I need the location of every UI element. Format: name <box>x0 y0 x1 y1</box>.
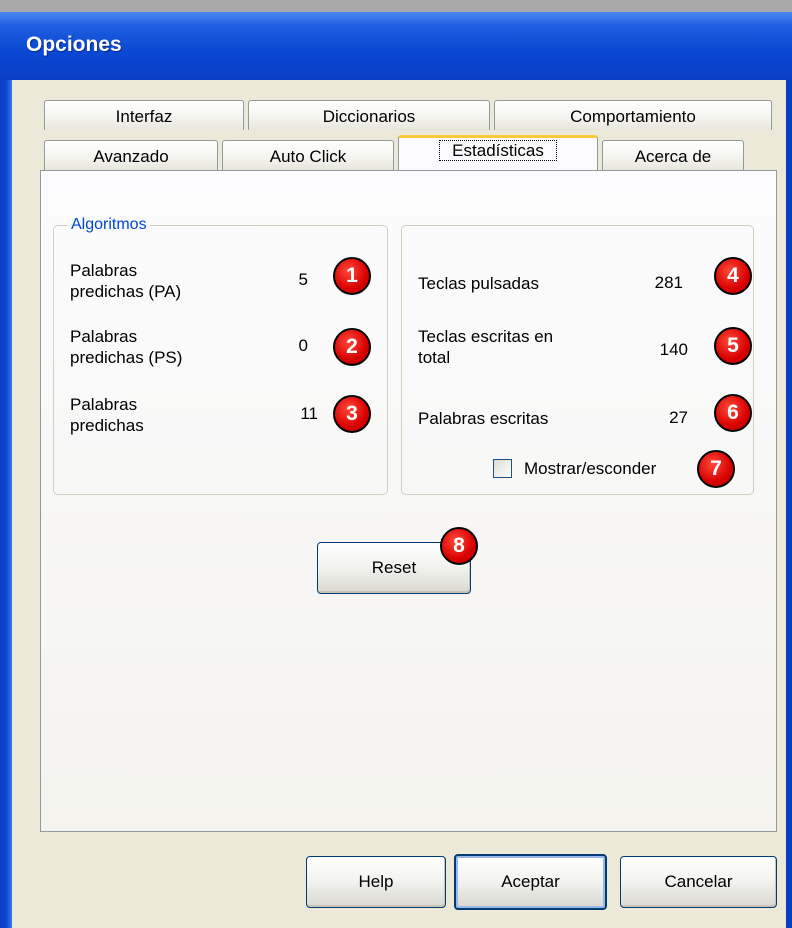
stat-value-teclas-pulsadas: 281 <box>654 273 683 292</box>
algoritmos-legend: Algoritmos <box>68 216 150 234</box>
callout-badge-5: 5 <box>714 327 752 365</box>
help-button[interactable]: Help <box>306 856 446 908</box>
title-bar[interactable]: Opciones <box>0 12 792 80</box>
callout-badge-2: 2 <box>333 328 371 366</box>
aceptar-button[interactable]: Aceptar <box>454 854 607 910</box>
mostrar-esconder-label[interactable]: Mostrar/esconder <box>524 458 656 479</box>
algoritmo-label-ps: Palabras predichas (PS) <box>70 327 183 367</box>
tab-estadisticas[interactable]: Estadísticas <box>398 135 598 170</box>
tab-comportamiento[interactable]: Comportamiento <box>494 100 772 130</box>
tab-auto-click[interactable]: Auto Click <box>222 140 394 170</box>
algoritmo-value-ps: 0 <box>298 336 308 355</box>
stat-label-teclas-pulsadas: Teclas pulsadas <box>418 274 539 293</box>
tab-diccionarios[interactable]: Diccionarios <box>248 100 490 130</box>
algoritmo-label-total: Palabras predichas <box>70 395 144 435</box>
stat-label-teclas-escritas: Teclas escritas en total <box>418 327 554 367</box>
tab-estadisticas-label: Estadísticas <box>439 140 557 161</box>
tab-interfaz[interactable]: Interfaz <box>44 100 244 130</box>
stat-value-teclas-escritas: 140 <box>659 340 688 359</box>
mostrar-esconder-checkbox[interactable] <box>493 459 512 478</box>
cancelar-button[interactable]: Cancelar <box>620 856 777 908</box>
callout-badge-3: 3 <box>333 395 371 433</box>
window-frame-right <box>786 80 792 928</box>
window-frame-left <box>0 80 12 928</box>
callout-badge-8: 8 <box>440 527 478 565</box>
stat-value-palabras-escritas: 27 <box>669 408 688 427</box>
stat-label-palabras-escritas: Palabras escritas <box>418 409 549 428</box>
algoritmo-label-pa: Palabras predichas (PA) <box>70 261 182 301</box>
tab-avanzado[interactable]: Avanzado <box>44 140 218 170</box>
tab-acerca-de[interactable]: Acerca de <box>602 140 744 170</box>
algoritmo-value-pa: 5 <box>298 270 308 289</box>
algoritmo-value-total: 11 <box>300 404 318 423</box>
window-title: Opciones <box>26 33 122 56</box>
callout-badge-6: 6 <box>714 394 752 432</box>
callout-badge-4: 4 <box>714 257 752 295</box>
callout-badge-7: 7 <box>697 450 735 488</box>
callout-badge-1: 1 <box>333 257 371 295</box>
screen-top-strip <box>0 0 792 12</box>
